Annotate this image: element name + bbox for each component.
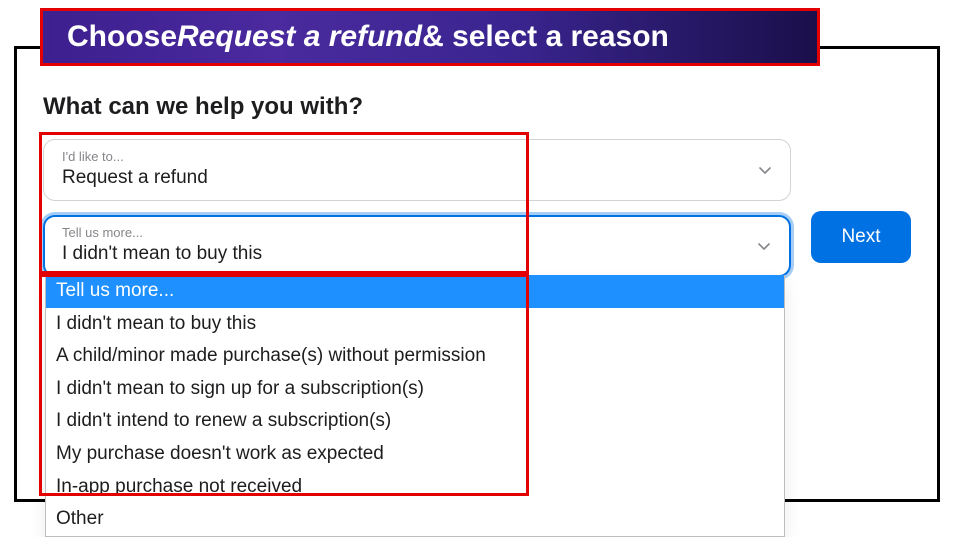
dropdown-option[interactable]: In-app purchase not received	[46, 471, 784, 504]
dropdown-option[interactable]: I didn't intend to renew a subscription(…	[46, 405, 784, 438]
dropdown-option[interactable]: A child/minor made purchase(s) without p…	[46, 340, 784, 373]
next-button[interactable]: Next	[811, 211, 911, 263]
request-type-value: Request a refund	[62, 166, 746, 190]
page-title: What can we help you with?	[43, 93, 911, 121]
request-type-select[interactable]: I'd like to... Request a refund	[43, 139, 791, 201]
banner-prefix: Choose	[67, 20, 177, 54]
banner-italic: Request a refund	[177, 20, 422, 54]
dropdown-option[interactable]: I didn't mean to sign up for a subscript…	[46, 373, 784, 406]
dropdown-option[interactable]: I didn't mean to buy this	[46, 308, 784, 341]
reason-dropdown-list[interactable]: Tell us more...I didn't mean to buy this…	[45, 275, 785, 537]
selects-column: I'd like to... Request a refund Tell us …	[43, 139, 791, 291]
chevron-down-icon	[757, 239, 771, 253]
request-type-label: I'd like to...	[62, 150, 746, 164]
banner-suffix: & select a reason	[422, 20, 669, 54]
reason-select[interactable]: Tell us more... I didn't mean to buy thi…	[43, 215, 791, 277]
instruction-banner: Choose Request a refund & select a reaso…	[40, 8, 820, 66]
dropdown-option[interactable]: My purchase doesn't work as expected	[46, 438, 784, 471]
form-row: I'd like to... Request a refund Tell us …	[43, 139, 911, 291]
reason-label: Tell us more...	[62, 226, 746, 240]
reason-value: I didn't mean to buy this	[62, 242, 746, 266]
chevron-down-icon	[758, 163, 772, 177]
dropdown-option[interactable]: Other	[46, 503, 784, 536]
dropdown-option[interactable]: Tell us more...	[46, 275, 784, 308]
app-window: What can we help you with? I'd like to..…	[14, 46, 940, 502]
